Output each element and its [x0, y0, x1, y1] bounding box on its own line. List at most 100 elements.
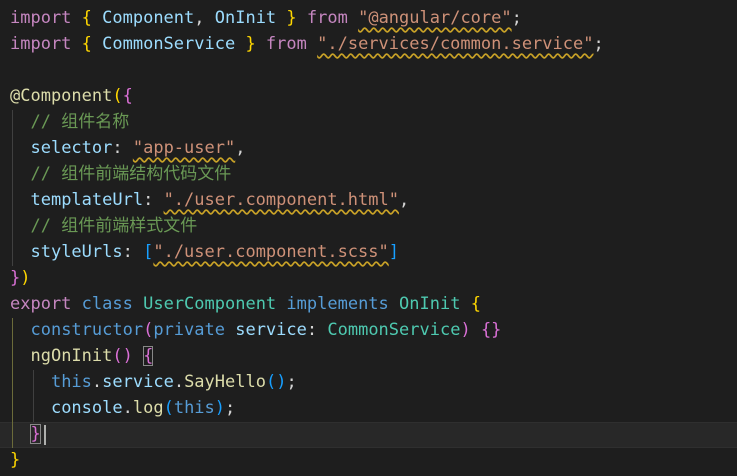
dot: .	[91, 372, 103, 392]
paren: )	[20, 268, 31, 288]
comma: ,	[235, 138, 246, 158]
property: service	[102, 372, 174, 392]
semicolon: ;	[593, 34, 604, 54]
paren: )	[214, 398, 226, 418]
code-line-8: templateUrl: "./user.component.html",	[10, 187, 409, 213]
method-name: ngOnInit	[30, 346, 113, 366]
comment: // 组件名称	[30, 112, 130, 132]
identifier: CommonService	[102, 34, 236, 54]
string-literal: "./user.component.html"	[163, 190, 399, 210]
parens: ()	[112, 346, 133, 366]
code-line-13: constructor(private service: CommonServi…	[10, 317, 501, 343]
code-line-5: // 组件名称	[10, 109, 129, 135]
this-keyword: this	[50, 372, 92, 392]
from-keyword: from	[306, 8, 348, 28]
import-keyword: import	[10, 34, 72, 54]
paren: (	[143, 320, 154, 340]
string-literal: "./user.component.scss"	[153, 242, 389, 262]
decorator: @Component	[10, 86, 113, 106]
bracket: ]	[388, 242, 399, 262]
brace-matched: {	[143, 346, 154, 366]
string-literal: "@angular/core"	[358, 8, 512, 28]
interface-name: OnInit	[399, 294, 461, 314]
string-literal: "app-user"	[132, 138, 236, 158]
braces: {}	[480, 320, 502, 340]
identifier: Component	[102, 8, 195, 28]
identifier: OnInit	[214, 8, 277, 28]
code-line-11: })	[10, 265, 31, 291]
brace: }	[10, 268, 21, 288]
dot: .	[122, 398, 133, 418]
parens: ()	[265, 372, 287, 392]
brace: {	[71, 8, 103, 28]
code-line-16: console.log(this);	[10, 395, 235, 421]
code-line-12: export class UserComponent implements On…	[10, 291, 481, 317]
code-line-14: ngOnInit() {	[10, 343, 154, 369]
dot: .	[173, 372, 185, 392]
code-line-10: styleUrls: ["./user.component.scss"]	[10, 239, 399, 265]
paren: (	[112, 86, 123, 106]
constructor-keyword: constructor	[30, 320, 144, 340]
object: console	[50, 398, 123, 418]
brace-matched: }	[30, 424, 41, 444]
from-keyword: from	[265, 34, 307, 54]
colon: :	[122, 242, 144, 262]
bracket: [	[143, 242, 154, 262]
brace: }	[276, 8, 307, 28]
paren: )	[460, 320, 471, 340]
semicolon: ;	[225, 398, 236, 418]
code-line-4: @Component({	[10, 83, 133, 109]
method-call: log	[132, 398, 164, 418]
semicolon: ;	[511, 8, 522, 28]
comma: ,	[398, 190, 410, 210]
comment: // 组件前端样式文件	[30, 216, 198, 236]
colon: :	[112, 138, 133, 158]
comment: // 组件前端结构代码文件	[30, 164, 232, 184]
parameter: service	[235, 320, 307, 340]
code-line-15: this.service.SayHello();	[10, 369, 297, 395]
brace: }	[235, 34, 266, 54]
string-literal: "./services/common.service"	[317, 34, 594, 54]
code-line-9: // 组件前端样式文件	[10, 213, 197, 239]
code-line-1: import { Component, OnInit } from "@angu…	[10, 5, 522, 31]
brace: {	[122, 86, 133, 106]
brace: {	[470, 294, 481, 314]
class-name: UserComponent	[143, 294, 277, 314]
this-keyword: this	[173, 398, 215, 418]
current-line-highlight	[0, 422, 737, 448]
code-line-2: import { CommonService } from "./service…	[10, 31, 604, 57]
colon: :	[143, 190, 164, 210]
implements-keyword: implements	[286, 294, 389, 314]
type-name: CommonService	[327, 320, 461, 340]
code-line-6: selector: "app-user",	[10, 135, 245, 161]
property-key: selector	[30, 138, 113, 158]
code-line-18: }	[10, 447, 20, 473]
semicolon: ;	[286, 372, 297, 392]
private-keyword: private	[153, 320, 225, 340]
punctuation: ,	[194, 8, 215, 28]
code-editor[interactable]: import { Component, OnInit } from "@angu…	[0, 0, 737, 476]
text-cursor	[44, 425, 46, 445]
code-line-7: // 组件前端结构代码文件	[10, 161, 231, 187]
